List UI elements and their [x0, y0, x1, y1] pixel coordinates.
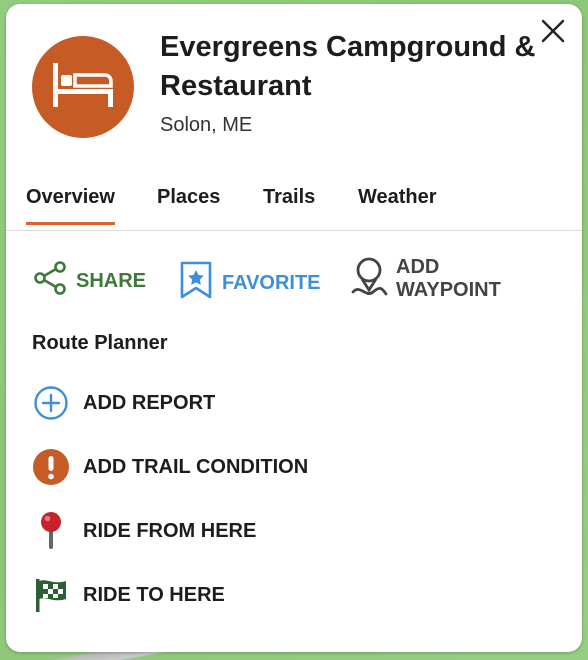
favorite-button[interactable]: FAVORITE: [178, 260, 321, 306]
add-trail-condition-label: ADD TRAIL CONDITION: [83, 455, 309, 478]
waypoint-icon: [350, 254, 388, 304]
action-bar: SHARE FAVORITE ADD WAYPOINT: [6, 252, 582, 312]
ride-from-here-label: RIDE FROM HERE: [83, 519, 257, 542]
ride-to-here-label: RIDE TO HERE: [83, 583, 225, 606]
place-title: Evergreens Campground & Restaurant: [160, 31, 536, 102]
add-trail-condition-button[interactable]: ADD TRAIL CONDITION: [32, 448, 308, 486]
add-waypoint-label: ADD WAYPOINT: [396, 256, 501, 302]
bookmark-star-icon: [178, 260, 214, 306]
pin-icon: [32, 512, 70, 550]
tab-weather[interactable]: Weather: [358, 186, 437, 222]
favorite-label: FAVORITE: [222, 271, 321, 294]
ride-to-here-button[interactable]: RIDE TO HERE: [32, 576, 225, 614]
bed-icon: [51, 61, 115, 114]
close-button[interactable]: [538, 18, 568, 48]
plus-circle-icon: [32, 384, 70, 422]
route-planner-title: Route Planner: [32, 332, 168, 354]
exclamation-icon: [32, 448, 70, 486]
place-location: Solon, ME: [160, 114, 253, 136]
close-icon: [541, 19, 565, 48]
share-icon: [32, 260, 68, 302]
tab-places[interactable]: Places: [157, 186, 220, 222]
add-report-button[interactable]: ADD REPORT: [32, 384, 215, 422]
share-label: SHARE: [76, 269, 147, 292]
tab-bar: Overview Places Trails Weather: [6, 180, 582, 231]
place-avatar: [32, 36, 134, 138]
add-waypoint-label-line1: ADD: [396, 256, 440, 278]
add-report-label: ADD REPORT: [83, 391, 216, 414]
share-button[interactable]: SHARE: [32, 260, 146, 302]
tab-overview[interactable]: Overview: [26, 186, 115, 225]
checkered-flag-icon: [32, 576, 70, 614]
ride-from-here-button[interactable]: RIDE FROM HERE: [32, 512, 256, 550]
add-waypoint-button[interactable]: ADD WAYPOINT: [350, 254, 501, 304]
tab-trails[interactable]: Trails: [263, 186, 315, 222]
place-popup: Evergreens Campground & Restaurant Solon…: [6, 4, 582, 652]
add-waypoint-label-line2: WAYPOINT: [396, 279, 501, 301]
